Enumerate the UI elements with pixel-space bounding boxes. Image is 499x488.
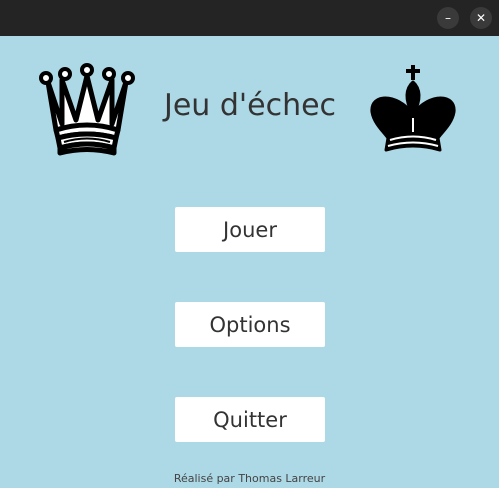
options-button[interactable]: Options: [175, 302, 325, 347]
main-menu: Jeu d'échec Jouer Options Quitter Réalis…: [0, 36, 499, 488]
title-bar[interactable]: – ✕: [0, 0, 499, 36]
page-title: Jeu d'échec: [163, 88, 337, 123]
close-button[interactable]: ✕: [470, 7, 492, 29]
credits-text: Réalisé par Thomas Larreur: [173, 472, 326, 485]
app-window: – ✕ Jeu d'échec Jouer Options Quitter Ré…: [0, 0, 499, 488]
minimize-button[interactable]: –: [437, 7, 459, 29]
black-king-icon: [370, 65, 456, 152]
play-button[interactable]: Jouer: [175, 207, 325, 252]
quit-button[interactable]: Quitter: [175, 397, 325, 442]
white-queen-icon: [39, 63, 135, 156]
